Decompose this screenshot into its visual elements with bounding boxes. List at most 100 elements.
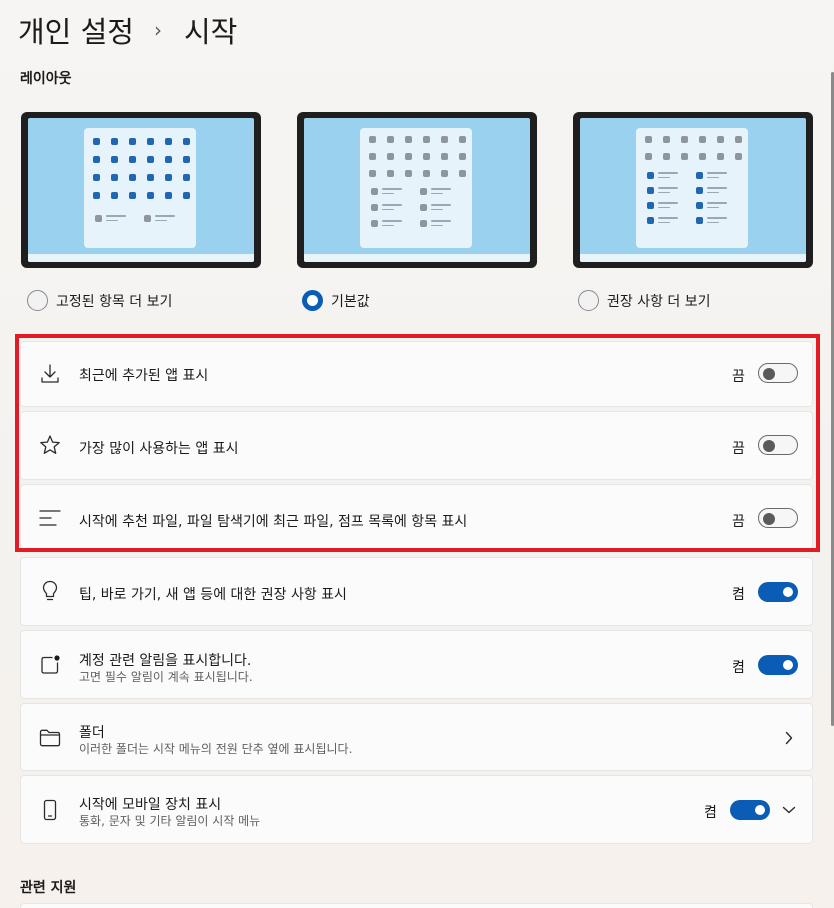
app-tile-preview	[111, 174, 118, 181]
layout-preview-more-recommendations[interactable]	[573, 112, 813, 268]
app-tile-preview	[647, 202, 654, 209]
account-notifications-toggle[interactable]	[758, 655, 798, 675]
setting-mobile-device[interactable]: 시작에 모바일 장치 표시 통화, 문자 및 기타 알림이 시작 메뉴 켬	[20, 775, 813, 844]
app-tile-preview	[735, 136, 742, 143]
mobile-device-toggle[interactable]	[730, 800, 770, 820]
recommendation-line-preview	[707, 222, 719, 223]
layout-option-default[interactable]: 기본값	[302, 290, 370, 311]
app-tile-preview	[459, 153, 466, 160]
app-tile-preview	[699, 153, 706, 160]
mobile-phone-icon	[43, 799, 57, 821]
toggle-state-text: 켬	[704, 805, 717, 821]
app-tile-preview	[405, 153, 412, 160]
app-tile-preview	[183, 192, 190, 199]
layout-option-more-recommendations[interactable]: 권장 사항 더 보기	[578, 290, 711, 311]
app-tile-preview	[387, 136, 394, 143]
app-tile-preview	[663, 153, 670, 160]
scrollbar[interactable]	[830, 0, 834, 908]
recommendation-line-preview	[658, 222, 670, 223]
layout-preview-default[interactable]	[297, 112, 537, 268]
app-tile-preview	[129, 192, 136, 199]
radio-button-checked[interactable]	[302, 290, 323, 311]
recommendation-line-preview	[431, 188, 451, 190]
recommendation-line-preview	[707, 177, 719, 178]
app-tile-preview	[144, 215, 151, 222]
preview-taskbar	[304, 254, 530, 262]
app-tile-preview	[459, 170, 466, 177]
app-tile-preview	[111, 138, 118, 145]
toggle-state-text: 켬	[732, 587, 745, 603]
recommendation-line-preview	[707, 207, 719, 208]
lightbulb-icon	[42, 580, 58, 601]
tips-recommendations-toggle[interactable]	[758, 582, 798, 602]
preview-screen	[580, 118, 806, 262]
setting-label: 계정 관련 알림을 표시합니다.	[79, 653, 252, 669]
app-tile-preview	[147, 192, 154, 199]
app-tile-preview	[165, 138, 172, 145]
app-tile-preview	[165, 156, 172, 163]
related-support-title: 관련 지원	[20, 880, 77, 896]
breadcrumb-parent[interactable]: 개인 설정	[18, 9, 134, 51]
preview-screen	[28, 118, 254, 262]
start-menu-preview	[636, 128, 748, 248]
app-tile-preview	[387, 170, 394, 177]
app-tile-preview	[717, 136, 724, 143]
radio-button[interactable]	[27, 290, 48, 311]
app-tile-preview	[663, 136, 670, 143]
app-tile-preview	[647, 172, 654, 179]
page-title: 시작	[183, 15, 238, 49]
recommendation-line-preview	[155, 220, 167, 221]
app-tile-preview	[165, 174, 172, 181]
start-menu-preview	[84, 128, 196, 248]
app-tile-preview	[420, 220, 427, 227]
recommendation-line-preview	[382, 188, 402, 190]
app-tile-preview	[147, 156, 154, 163]
layout-section-title: 레이아웃	[20, 71, 72, 87]
setting-tips-recommendations[interactable]: 팁, 바로 가기, 새 앱 등에 대한 권장 사항 표시 켬	[20, 557, 813, 626]
recommendation-line-preview	[658, 202, 678, 204]
app-tile-preview	[93, 156, 100, 163]
recommendation-line-preview	[658, 187, 678, 189]
setting-label: 폴더	[79, 725, 105, 741]
app-tile-preview	[696, 172, 703, 179]
setting-description: 이러한 폴더는 시작 메뉴의 전원 단추 옆에 표시됩니다.	[79, 742, 353, 756]
app-tile-preview	[387, 153, 394, 160]
app-tile-preview	[129, 174, 136, 181]
recommendation-line-preview	[707, 172, 727, 174]
app-tile-preview	[696, 217, 703, 224]
layout-preview-more-pins[interactable]	[21, 112, 261, 268]
recommendation-line-preview	[382, 220, 402, 222]
setting-description: 고면 필수 알림이 계속 표시됩니다.	[79, 670, 253, 684]
recommendation-line-preview	[658, 207, 670, 208]
app-tile-preview	[183, 174, 190, 181]
app-tile-preview	[681, 153, 688, 160]
chevron-right-icon[interactable]	[784, 731, 794, 745]
setting-account-notifications[interactable]: 계정 관련 알림을 표시합니다. 고면 필수 알림이 계속 표시됩니다. 켬	[20, 630, 813, 699]
chevron-down-icon[interactable]	[782, 805, 796, 815]
app-tile-preview	[441, 170, 448, 177]
radio-button[interactable]	[578, 290, 599, 311]
recommendation-line-preview	[106, 220, 118, 221]
app-tile-preview	[111, 156, 118, 163]
app-tile-preview	[681, 136, 688, 143]
app-tile-preview	[420, 204, 427, 211]
app-tile-preview	[371, 220, 378, 227]
app-tile-preview	[147, 174, 154, 181]
related-support-card[interactable]	[20, 903, 813, 908]
recommendation-line-preview	[382, 193, 394, 194]
recommendation-line-preview	[431, 209, 443, 210]
app-tile-preview	[129, 156, 136, 163]
start-menu-preview	[360, 128, 472, 248]
app-tile-preview	[183, 138, 190, 145]
app-tile-preview	[459, 136, 466, 143]
layout-option-more-pins[interactable]: 고정된 항목 더 보기	[27, 290, 172, 311]
app-tile-preview	[93, 138, 100, 145]
setting-folders[interactable]: 폴더 이러한 폴더는 시작 메뉴의 전원 단추 옆에 표시됩니다.	[20, 703, 813, 771]
breadcrumb-separator: ›	[153, 18, 162, 42]
app-tile-preview	[369, 153, 376, 160]
recommendation-line-preview	[707, 202, 727, 204]
recommendation-line-preview	[431, 193, 443, 194]
recommendation-line-preview	[382, 204, 402, 206]
app-tile-preview	[699, 136, 706, 143]
app-tile-preview	[441, 153, 448, 160]
